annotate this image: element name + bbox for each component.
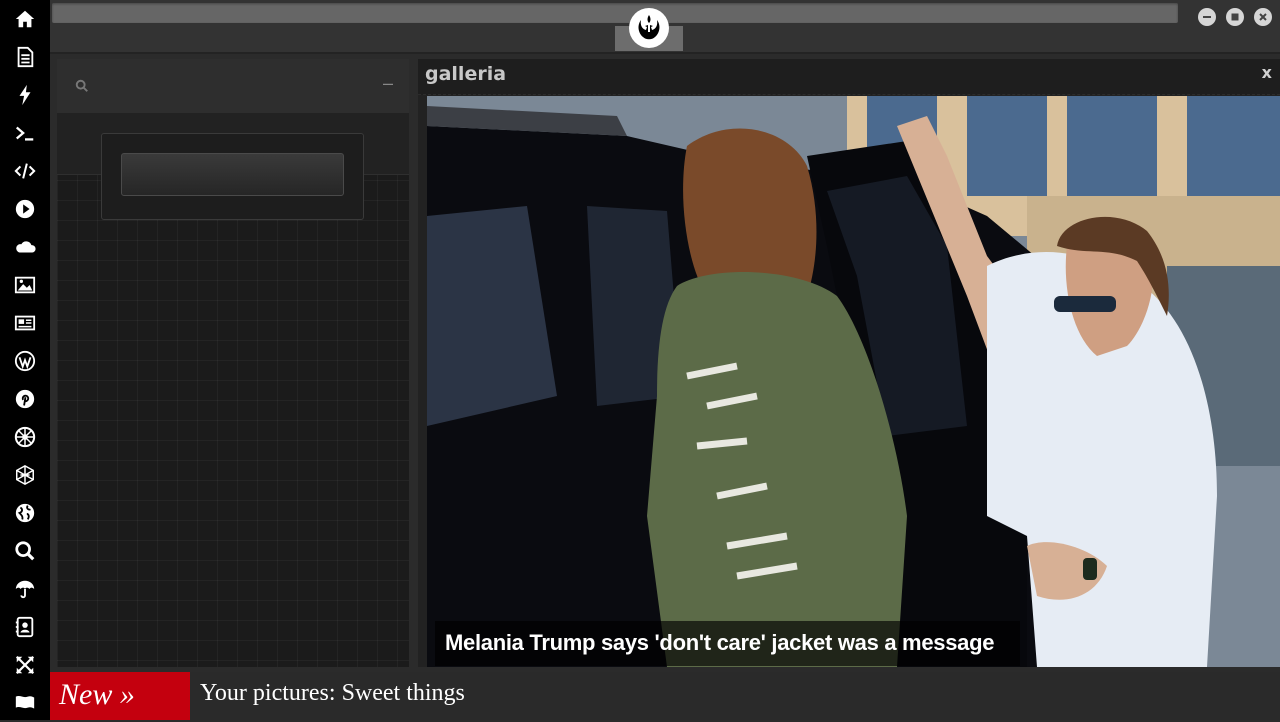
play-icon[interactable] (0, 190, 50, 228)
panel-title: galleria (425, 63, 507, 85)
flag-icon[interactable] (0, 684, 50, 722)
ticker-headline[interactable]: Your pictures: Sweet things (200, 680, 465, 707)
pinterest-icon[interactable] (0, 380, 50, 418)
photo-caption[interactable]: Melania Trump says 'don't care' jacket w… (435, 621, 1020, 666)
search-icon[interactable] (0, 532, 50, 570)
image-icon[interactable] (0, 266, 50, 304)
search-panel-header: – (57, 59, 409, 113)
contacts-icon[interactable] (0, 608, 50, 646)
search-icon[interactable] (75, 79, 91, 95)
icon-rail (0, 0, 50, 720)
expand-icon[interactable] (0, 646, 50, 684)
close-icon[interactable] (1254, 8, 1272, 26)
news-ticker: New » Your pictures: Sweet things (50, 672, 1280, 720)
search-panel: – (57, 59, 409, 667)
panel-minimize-button[interactable]: – (383, 73, 393, 94)
rebel-alliance-icon[interactable] (629, 8, 669, 48)
maximize-icon[interactable] (1226, 8, 1244, 26)
wordpress-icon[interactable] (0, 342, 50, 380)
code-icon[interactable] (0, 152, 50, 190)
home-icon[interactable] (0, 0, 50, 38)
galactic-empire-icon[interactable] (0, 418, 50, 456)
geodesic-icon[interactable] (0, 456, 50, 494)
top-bar (50, 0, 1280, 54)
galleria-panel: galleria x Melania Trump says 'don't car… (418, 59, 1280, 667)
close-button[interactable]: x (1262, 63, 1272, 82)
lightning-icon[interactable] (0, 76, 50, 114)
newspaper-icon[interactable] (0, 304, 50, 342)
minimize-icon[interactable] (1198, 8, 1216, 26)
search-input[interactable] (121, 153, 344, 196)
umbrella-icon[interactable] (0, 570, 50, 608)
terminal-icon[interactable] (0, 114, 50, 152)
document-icon[interactable] (0, 38, 50, 76)
galleria-header: galleria x (418, 59, 1280, 95)
globe-icon[interactable] (0, 494, 50, 532)
address-bar[interactable] (52, 3, 1178, 23)
cloud-icon[interactable] (0, 228, 50, 266)
new-badge[interactable]: New » (50, 672, 190, 720)
news-photo[interactable]: Melania Trump says 'don't care' jacket w… (427, 96, 1280, 667)
